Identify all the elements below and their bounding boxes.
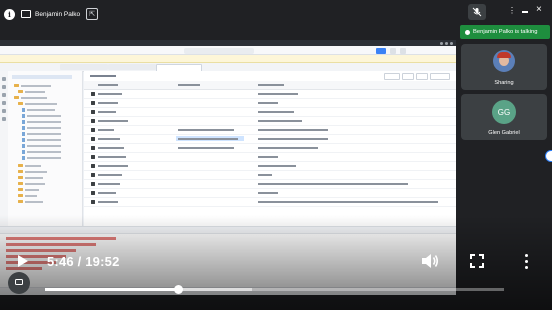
popout-icon[interactable]: ⇱ xyxy=(86,8,99,20)
table-row xyxy=(84,189,456,198)
close-icon[interactable]: × xyxy=(536,4,542,15)
table-row xyxy=(84,126,456,135)
speaking-icon xyxy=(465,29,470,35)
table-row xyxy=(84,108,456,117)
meeting-topbar: i Benjamin Palko ⇱ xyxy=(4,5,99,23)
participant-panel-header: ⋮ × xyxy=(462,3,548,21)
ide-banner xyxy=(0,55,456,63)
table-row xyxy=(84,90,456,99)
table-row xyxy=(84,99,456,108)
mic-off-icon xyxy=(472,7,482,17)
video-player[interactable]: i Benjamin Palko ⇱ 5:46 / 19:52 ⋮ × Benj… xyxy=(0,0,552,310)
progress-scrubber[interactable] xyxy=(173,285,183,294)
captions-icon[interactable] xyxy=(8,272,30,294)
participant-name: Glen Gabriel xyxy=(488,130,520,136)
speaking-indicator: Benjamin Palko is talking xyxy=(460,25,550,39)
info-icon[interactable]: i xyxy=(4,8,15,20)
side-panel-handle[interactable] xyxy=(545,150,552,162)
volume-icon[interactable] xyxy=(421,253,439,269)
participant-tile-glen-gabriel[interactable]: GG Glen Gabriel xyxy=(461,94,547,140)
presenter-name: Benjamin Palko xyxy=(35,10,81,18)
table-row xyxy=(84,144,456,153)
table-row xyxy=(84,117,456,126)
avatar xyxy=(493,50,515,72)
progress-bar[interactable] xyxy=(45,285,504,294)
table-row xyxy=(84,162,456,171)
presenter-label: Benjamin Palko xyxy=(21,10,80,18)
table-row xyxy=(84,180,456,189)
more-vertical-icon[interactable] xyxy=(522,252,530,270)
minimize-icon[interactable] xyxy=(522,11,528,13)
fullscreen-icon[interactable] xyxy=(470,254,484,268)
avatar: GG xyxy=(492,100,516,124)
participant-name: Sharing xyxy=(494,80,514,86)
play-icon[interactable] xyxy=(18,255,28,267)
mic-off-button[interactable] xyxy=(468,4,486,20)
speaking-label: Benjamin Palko is talking xyxy=(473,29,538,35)
time-display: 5:46 / 19:52 xyxy=(47,254,120,269)
more-options-icon[interactable]: ⋮ xyxy=(508,6,516,15)
grid-header xyxy=(84,81,456,90)
table-row xyxy=(84,198,456,207)
table-row xyxy=(84,171,456,180)
table-row xyxy=(84,153,456,162)
progress-played xyxy=(45,288,179,291)
ide-menu-bar xyxy=(0,46,456,55)
participant-tile-sharing[interactable]: Sharing xyxy=(461,44,547,90)
table-row xyxy=(84,135,456,144)
screen-share-icon xyxy=(21,10,31,18)
